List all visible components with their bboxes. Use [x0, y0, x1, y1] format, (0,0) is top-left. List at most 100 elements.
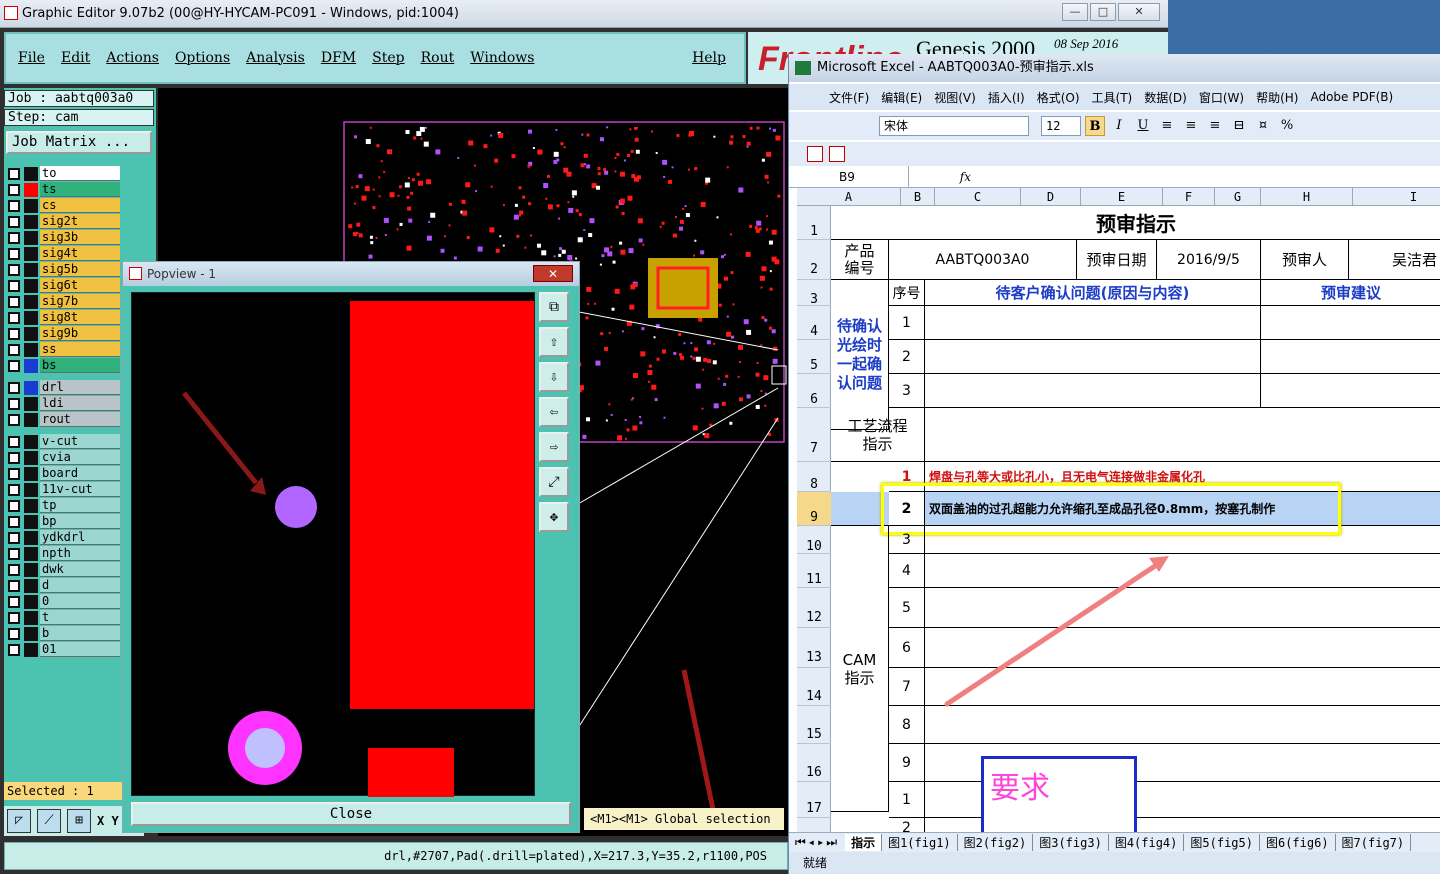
menu-rout[interactable]: Rout	[421, 50, 455, 66]
font-name-select[interactable]: 宋体	[879, 116, 1029, 136]
menu-actions[interactable]: Actions	[106, 50, 159, 66]
row-header-15[interactable]: 15	[797, 706, 831, 744]
layer-row-sig5b[interactable]: sig5b	[8, 262, 120, 277]
name-box[interactable]: B9	[789, 166, 909, 188]
layer-row-board[interactable]: board	[8, 466, 120, 481]
layer-row-ldi[interactable]: ldi	[8, 396, 120, 411]
menu-analysis[interactable]: Analysis	[246, 50, 305, 66]
menu-data-cn[interactable]: 数据(D)	[1144, 89, 1187, 106]
layer-row-drl[interactable]: drl	[8, 380, 120, 395]
zoom-in-icon[interactable]: ⤢	[539, 467, 569, 497]
align-center-icon[interactable]: ≡	[1181, 116, 1201, 136]
layer-checkbox[interactable]	[8, 413, 20, 426]
merge-center-icon[interactable]: ⊟	[1229, 116, 1249, 136]
row-header-16[interactable]: 16	[797, 744, 831, 782]
pan-up-icon[interactable]: ⇧	[539, 327, 569, 357]
menu-insert-cn[interactable]: 插入(I)	[988, 89, 1025, 106]
row-header-4[interactable]: 4	[797, 306, 831, 340]
layer-checkbox[interactable]	[8, 295, 20, 308]
row-header-7[interactable]: 7	[797, 408, 831, 462]
tab-fig3[interactable]: 图3(fig3)	[1033, 834, 1109, 851]
layer-row-b[interactable]: b	[8, 626, 120, 641]
row-header-12[interactable]: 12	[797, 588, 831, 628]
row-header-11[interactable]: 11	[797, 554, 831, 588]
layer-row-cvia[interactable]: cvia	[8, 450, 120, 465]
layer-checkbox[interactable]	[8, 215, 20, 228]
row-header-14[interactable]: 14	[797, 668, 831, 706]
measure-tool-icon[interactable]: ⟋	[37, 809, 61, 833]
layer-row-d[interactable]: d	[8, 578, 120, 593]
layer-row-sig3b[interactable]: sig3b	[8, 230, 120, 245]
tab-scroll-icons[interactable]: ⏮◂▸⏭	[789, 835, 845, 850]
menu-help[interactable]: Help	[692, 50, 726, 66]
layer-checkbox[interactable]	[8, 397, 20, 410]
currency-icon[interactable]: ¤	[1253, 116, 1273, 136]
layer-row-ydkdrl[interactable]: ydkdrl	[8, 530, 120, 545]
layer-checkbox[interactable]	[8, 499, 20, 512]
worksheet[interactable]: 预审指示 产品编号 AABTQ003A0 预审日期 2016/9/5 预审人 吴…	[831, 206, 1440, 834]
menu-edit[interactable]: Edit	[61, 50, 90, 66]
pan-left-icon[interactable]: ⇦	[539, 397, 569, 427]
column-header-d[interactable]: D	[1021, 188, 1081, 206]
row-header-3[interactable]: 3	[797, 280, 831, 307]
italic-icon[interactable]: I	[1109, 116, 1129, 136]
popview-close-icon[interactable]: ✕	[533, 265, 573, 282]
layer-checkbox[interactable]	[8, 167, 20, 180]
popview-close-button[interactable]: Close	[131, 802, 571, 826]
column-header-i[interactable]: I	[1353, 188, 1440, 206]
layer-checkbox[interactable]	[8, 515, 20, 528]
layer-row-0[interactable]: 0	[8, 594, 120, 609]
layer-row-sig2t[interactable]: sig2t	[8, 214, 120, 229]
layer-checkbox[interactable]	[8, 627, 20, 640]
underline-icon[interactable]: U	[1133, 116, 1153, 136]
menu-dfm[interactable]: DFM	[321, 50, 356, 66]
layer-row-bs[interactable]: bs	[8, 358, 120, 373]
row-header-1[interactable]: 1	[797, 206, 831, 240]
column-header-g[interactable]: G	[1215, 188, 1261, 206]
layer-row-cs[interactable]: cs	[8, 198, 120, 213]
layer-checkbox[interactable]	[8, 199, 20, 212]
percent-icon[interactable]: %	[1277, 116, 1297, 136]
layer-row-v-cut[interactable]: v-cut	[8, 434, 120, 449]
menu-file[interactable]: File	[18, 50, 45, 66]
menu-adobe-pdf[interactable]: Adobe PDF(B)	[1310, 90, 1393, 104]
row-header-9[interactable]: 9	[797, 492, 831, 526]
zoom-home-icon[interactable]: ⧉	[539, 292, 569, 322]
layer-checkbox[interactable]	[8, 531, 20, 544]
row-header-10[interactable]: 10	[797, 526, 831, 554]
layer-row-ss[interactable]: ss	[8, 342, 120, 357]
tab-fig5[interactable]: 图5(fig5)	[1184, 834, 1260, 851]
layer-checkbox[interactable]	[8, 611, 20, 624]
layer-row-dwk[interactable]: dwk	[8, 562, 120, 577]
menu-window-cn[interactable]: 窗口(W)	[1199, 89, 1244, 106]
layer-checkbox[interactable]	[8, 359, 20, 372]
column-header-h[interactable]: H	[1261, 188, 1353, 206]
menu-file-cn[interactable]: 文件(F)	[829, 89, 869, 106]
column-header-e[interactable]: E	[1081, 188, 1163, 206]
layer-checkbox[interactable]	[8, 343, 20, 356]
fx-icon[interactable]: fx	[909, 166, 979, 187]
layer-checkbox[interactable]	[8, 563, 20, 576]
layer-checkbox[interactable]	[8, 279, 20, 292]
layer-row-bp[interactable]: bp	[8, 514, 120, 529]
menu-windows[interactable]: Windows	[470, 50, 534, 66]
layer-checkbox[interactable]	[8, 263, 20, 276]
grid-tool-icon[interactable]: ⊞	[67, 809, 91, 833]
layer-row-sig9b[interactable]: sig9b	[8, 326, 120, 341]
layer-checkbox[interactable]	[8, 595, 20, 608]
layer-row-sig7b[interactable]: sig7b	[8, 294, 120, 309]
bold-icon[interactable]: B	[1085, 116, 1105, 136]
pan-right-icon[interactable]: ⇨	[539, 432, 569, 462]
menu-step[interactable]: Step	[372, 50, 404, 66]
layer-checkbox[interactable]	[8, 247, 20, 260]
tab-fig2[interactable]: 图2(fig2)	[958, 834, 1034, 851]
menu-format-cn[interactable]: 格式(O)	[1037, 89, 1080, 106]
zoom-tool-icon[interactable]: ◸	[7, 809, 31, 833]
layer-row-sig4t[interactable]: sig4t	[8, 246, 120, 261]
layer-row-sig6t[interactable]: sig6t	[8, 278, 120, 293]
menu-edit-cn[interactable]: 编辑(E)	[881, 89, 922, 106]
layer-row-11v-cut[interactable]: 11v-cut	[8, 482, 120, 497]
row-header-8[interactable]: 8	[797, 462, 831, 492]
maximize-button[interactable]: □	[1090, 3, 1116, 21]
pdf-convert-icon[interactable]	[807, 146, 823, 162]
